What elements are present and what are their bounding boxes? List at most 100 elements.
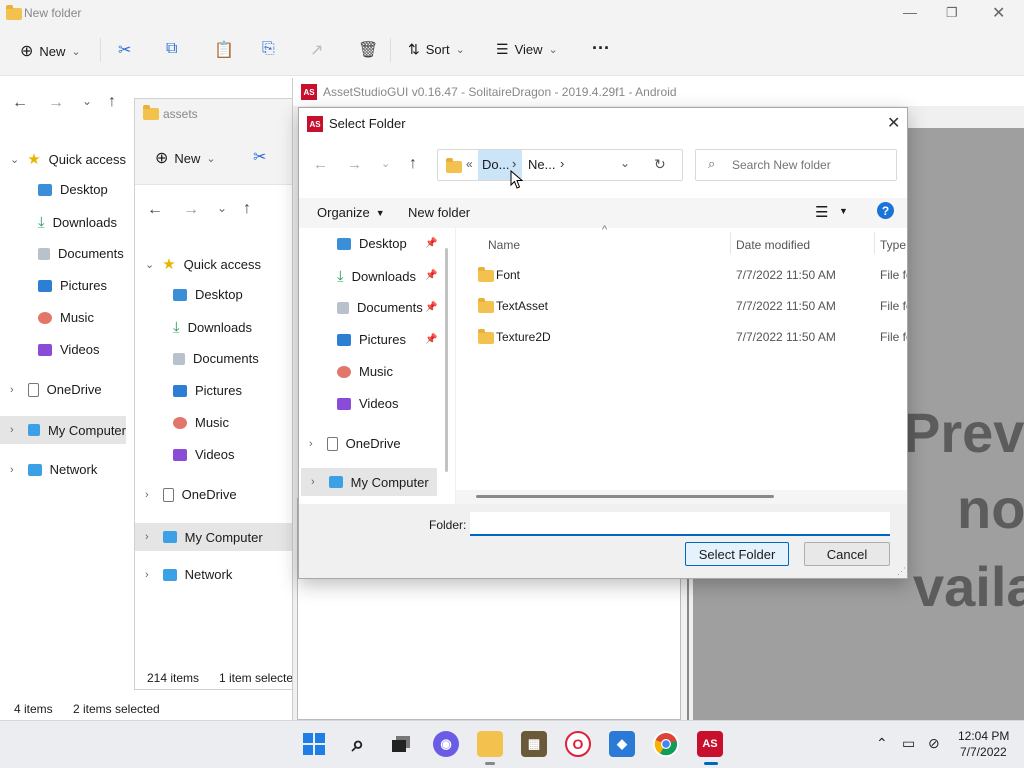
- nav-onedrive[interactable]: › OneDrive: [145, 487, 237, 502]
- network-status-icon[interactable]: ⊘: [928, 735, 940, 752]
- folder-input[interactable]: [470, 512, 890, 536]
- pin-icon[interactable]: 📌: [425, 270, 437, 281]
- new-button[interactable]: ⊕ New ⌄: [20, 41, 81, 61]
- caret-down-icon[interactable]: ▼: [839, 206, 848, 216]
- dialog-title-bar[interactable]: AS Select Folder ✕: [299, 108, 907, 140]
- nav-item-videos[interactable]: Videos: [173, 447, 235, 462]
- back-icon[interactable]: ←: [12, 94, 28, 112]
- store-icon[interactable]: ◆: [609, 731, 635, 757]
- nav-onedrive[interactable]: › OneDrive: [10, 382, 102, 397]
- new-folder-button[interactable]: New folder: [408, 205, 470, 220]
- nav-item-downloads[interactable]: ⤓ Downloads: [173, 319, 252, 336]
- column-header-type[interactable]: Type: [880, 238, 906, 252]
- nav-item-documents[interactable]: Documents: [337, 300, 423, 315]
- more-options-icon[interactable]: ···: [592, 38, 610, 59]
- search-icon[interactable]: ⌕: [345, 731, 371, 757]
- windows-start-icon[interactable]: [301, 731, 327, 757]
- refresh-icon[interactable]: ↻: [654, 156, 666, 173]
- forward-icon[interactable]: →: [347, 156, 362, 173]
- address-bar[interactable]: « Do... › Ne... › ⌄ ↻: [437, 149, 683, 189]
- app-icon[interactable]: ▦: [521, 731, 547, 757]
- title-bar[interactable]: New folder — ❐ ✕: [0, 0, 1024, 28]
- display-icon[interactable]: ▭: [902, 735, 915, 752]
- column-header-name[interactable]: Name: [488, 238, 520, 252]
- nav-item-music[interactable]: Music: [337, 364, 393, 379]
- pin-icon[interactable]: 📌: [425, 238, 437, 249]
- copy-icon[interactable]: ⧉: [166, 40, 177, 58]
- file-row[interactable]: Font 7/7/2022 11:50 AM File fo: [456, 260, 907, 290]
- search-input[interactable]: [732, 155, 890, 175]
- title-bar[interactable]: assets: [135, 99, 293, 129]
- nav-my-computer[interactable]: › My Computer: [135, 523, 293, 551]
- nav-item-music[interactable]: Music: [38, 310, 94, 325]
- nav-item-music[interactable]: Music: [173, 415, 229, 430]
- column-divider[interactable]: [730, 232, 731, 254]
- chevron-up-icon[interactable]: ⌃: [876, 735, 888, 752]
- delete-icon[interactable]: 🗑: [358, 40, 378, 60]
- recent-chevron-icon[interactable]: ⌄: [217, 201, 227, 215]
- nav-item-documents[interactable]: Documents: [38, 246, 124, 261]
- nav-my-computer[interactable]: › My Computer: [301, 468, 437, 496]
- back-icon[interactable]: ←: [147, 201, 163, 219]
- clock-date[interactable]: 7/7/2022: [960, 745, 1007, 759]
- up-icon[interactable]: ↑: [243, 200, 251, 218]
- cut-icon[interactable]: ✂: [118, 40, 131, 60]
- file-row[interactable]: Texture2D 7/7/2022 11:50 AM File fo: [456, 322, 907, 352]
- recent-chevron-icon[interactable]: ⌄: [82, 94, 92, 108]
- chat-icon[interactable]: ◉: [433, 731, 459, 757]
- column-header-date[interactable]: Date modified: [736, 238, 810, 252]
- nav-item-pictures[interactable]: Pictures: [173, 383, 242, 398]
- nav-quick-access[interactable]: ⌄ ★ Quick access: [145, 255, 261, 273]
- nav-network[interactable]: › Network: [145, 567, 232, 582]
- chevron-down-icon[interactable]: ⌄: [620, 156, 630, 170]
- nav-item-pictures[interactable]: Pictures: [38, 278, 107, 293]
- nav-network[interactable]: › Network: [10, 462, 97, 477]
- cancel-button[interactable]: Cancel: [804, 542, 890, 566]
- nav-item-documents[interactable]: Documents: [173, 351, 259, 366]
- forward-icon[interactable]: →: [183, 201, 199, 219]
- nav-scrollbar[interactable]: [445, 248, 448, 472]
- close-icon[interactable]: ✕: [992, 3, 1005, 23]
- select-folder-button[interactable]: Select Folder: [685, 542, 789, 566]
- nav-item-desktop[interactable]: Desktop: [38, 182, 108, 197]
- nav-item-videos[interactable]: Videos: [38, 342, 100, 357]
- clock-time[interactable]: 12:04 PM: [958, 729, 1009, 743]
- share-icon[interactable]: ↗: [310, 40, 323, 60]
- forward-icon[interactable]: →: [48, 94, 64, 112]
- cut-icon[interactable]: ✂: [253, 147, 266, 167]
- organize-button[interactable]: Organize ▼: [317, 205, 385, 220]
- sort-button[interactable]: ⇅ Sort ⌄: [408, 41, 465, 58]
- recent-chevron-icon[interactable]: ⌄: [381, 157, 390, 170]
- opera-icon[interactable]: O: [565, 731, 591, 757]
- pin-icon[interactable]: 📌: [425, 302, 437, 313]
- nav-item-desktop[interactable]: Desktop: [173, 287, 243, 302]
- back-icon[interactable]: ←: [313, 156, 328, 173]
- view-button[interactable]: ☰ View ⌄: [496, 41, 558, 58]
- nav-item-downloads[interactable]: ⤓ Downloads: [337, 268, 416, 285]
- nav-item-videos[interactable]: Videos: [337, 396, 399, 411]
- up-icon[interactable]: ↑: [409, 155, 417, 173]
- file-explorer-icon[interactable]: [477, 731, 503, 757]
- nav-item-desktop[interactable]: Desktop: [337, 236, 407, 251]
- nav-item-pictures[interactable]: Pictures: [337, 332, 406, 347]
- help-icon[interactable]: ?: [877, 202, 894, 219]
- breadcrumb-segment[interactable]: Ne...: [528, 157, 555, 172]
- file-row[interactable]: TextAsset 7/7/2022 11:50 AM File fo: [456, 291, 907, 321]
- view-options-icon[interactable]: ☰: [815, 203, 828, 221]
- chevron-right-icon[interactable]: ›: [560, 156, 564, 171]
- minimize-icon[interactable]: —: [903, 4, 917, 20]
- up-icon[interactable]: ↑: [108, 93, 116, 111]
- rename-icon[interactable]: ⎘: [262, 40, 275, 58]
- task-view-icon[interactable]: [389, 731, 415, 757]
- nav-onedrive[interactable]: › OneDrive: [309, 436, 401, 451]
- search-box[interactable]: ⌕: [695, 149, 897, 181]
- close-icon[interactable]: ✕: [887, 113, 900, 133]
- breadcrumb-overflow[interactable]: «: [466, 157, 473, 171]
- assetstudio-taskbar-icon[interactable]: AS: [697, 731, 723, 757]
- chrome-icon[interactable]: [653, 731, 679, 757]
- column-divider[interactable]: [874, 232, 875, 254]
- breadcrumb-segment[interactable]: Do...: [482, 157, 509, 172]
- nav-quick-access[interactable]: ⌄ ★ Quick access: [10, 150, 126, 168]
- nav-item-downloads[interactable]: ⤓ Downloads: [38, 214, 117, 231]
- pin-icon[interactable]: 📌: [425, 334, 437, 345]
